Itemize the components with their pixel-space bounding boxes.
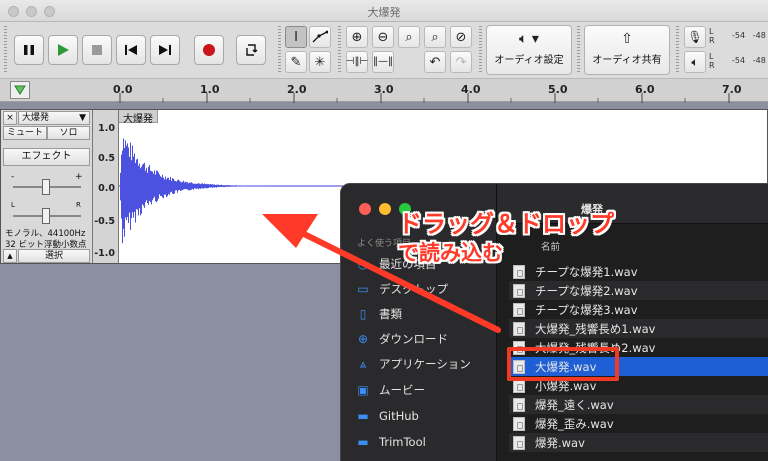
drag-arrow [262, 214, 501, 333]
annotation-line2: で読み込む [398, 241, 503, 265]
annotation-line1: ドラッグ＆ドロップ [398, 210, 614, 238]
